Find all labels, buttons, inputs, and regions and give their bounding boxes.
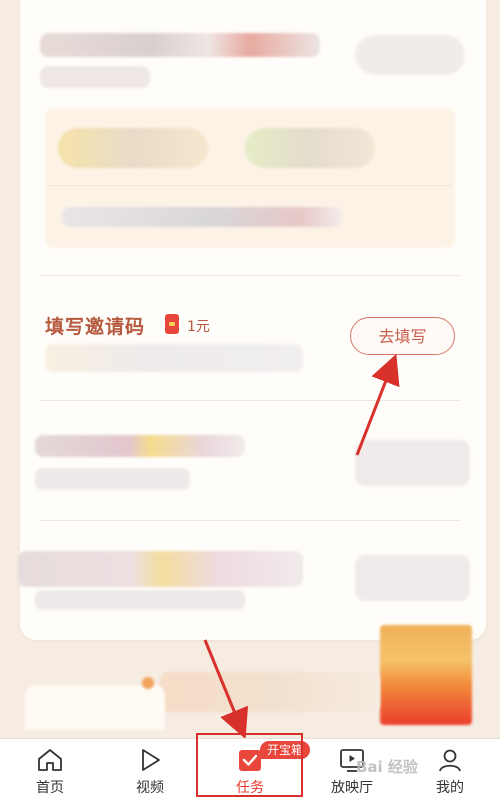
tab-profile-label: 我的 xyxy=(436,780,464,796)
invite-reward-amount: 1元 xyxy=(187,319,210,335)
blurred-subtext xyxy=(40,66,150,88)
home-icon xyxy=(38,749,62,771)
tab-theater-label: 放映厅 xyxy=(331,780,373,796)
blurred-chip-left xyxy=(58,128,208,168)
blurred-promo-text xyxy=(160,672,380,712)
blurred-panel-text xyxy=(62,207,342,227)
fill-invite-code-button[interactable]: 去填写 xyxy=(350,317,455,355)
blurred-task-button-1[interactable] xyxy=(355,440,470,486)
user-icon xyxy=(439,749,461,772)
panel-divider xyxy=(48,185,452,186)
baidu-watermark: Bai 经验 xyxy=(356,758,418,776)
blurred-task-sub-1 xyxy=(35,468,190,490)
blurred-promo-card xyxy=(25,685,165,730)
section-divider-2 xyxy=(40,400,460,401)
blurred-orange-dot xyxy=(142,677,154,689)
blurred-task-title-1 xyxy=(35,435,245,457)
tab-video[interactable]: 视频 xyxy=(120,739,180,801)
blurred-invite-description xyxy=(45,344,303,372)
tab-profile[interactable]: 我的 xyxy=(420,739,480,801)
play-icon xyxy=(142,749,160,771)
blurred-task-title-2 xyxy=(18,551,303,587)
blurred-chip-right xyxy=(245,128,375,168)
invite-code-title: 填写邀请码 xyxy=(45,316,146,338)
red-envelope-icon xyxy=(165,314,179,334)
section-divider-1 xyxy=(40,275,460,276)
tab-home[interactable]: 首页 xyxy=(20,739,80,801)
blurred-header-text xyxy=(40,33,320,57)
section-divider-3 xyxy=(40,520,460,521)
tab-video-label: 视频 xyxy=(136,780,164,796)
annotation-highlight-box xyxy=(196,733,303,797)
blurred-top-button[interactable] xyxy=(355,35,465,75)
blurred-task-sub-2 xyxy=(35,590,245,610)
blurred-promo-image[interactable] xyxy=(380,625,472,725)
blurred-task-button-2[interactable] xyxy=(355,555,470,601)
tab-home-label: 首页 xyxy=(36,780,64,796)
